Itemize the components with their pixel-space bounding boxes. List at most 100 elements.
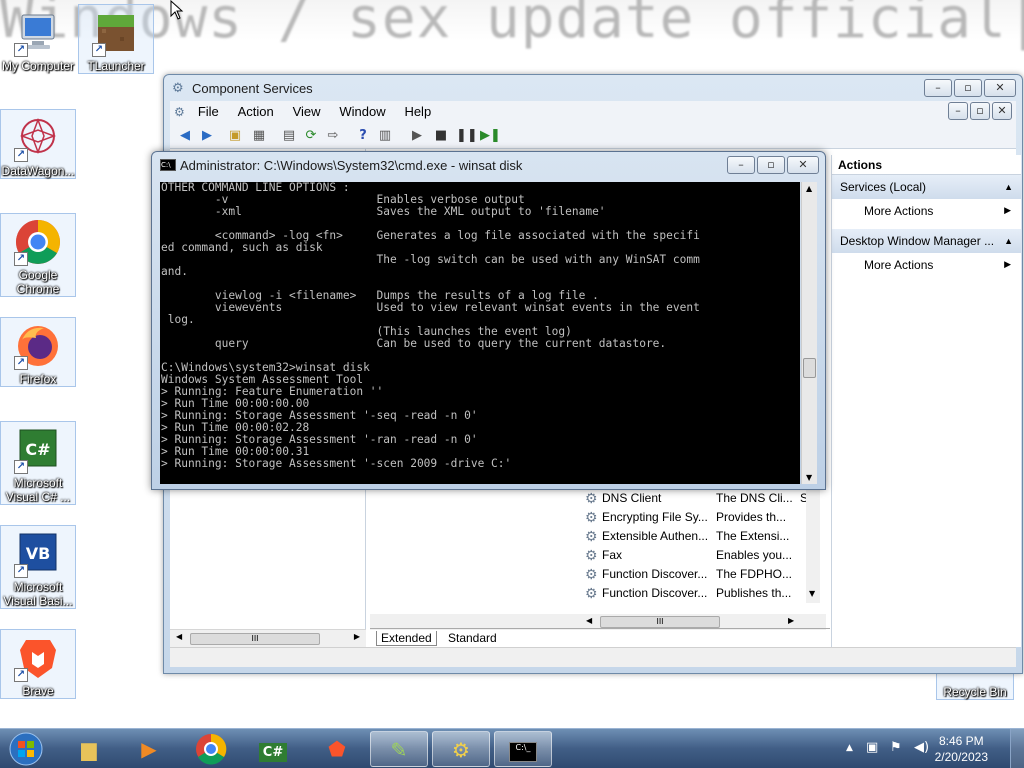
taskbar-chrome[interactable] — [182, 731, 240, 767]
console-output[interactable]: OTHER COMMAND LINE OPTIONS : -v Enables … — [160, 182, 800, 484]
close-button[interactable]: ✕ — [787, 156, 819, 174]
taskbar-notepadpp[interactable]: ✎ — [370, 731, 428, 767]
title-bar[interactable]: C:\ Administrator: C:\Windows\System32\c… — [152, 152, 825, 178]
svg-text:C#: C# — [25, 440, 50, 459]
show-hidden-icons-icon[interactable]: ▲ — [846, 743, 853, 753]
service-gear-icon: ⚙ — [585, 585, 598, 601]
help-icon[interactable]: ? — [354, 127, 372, 145]
export-list-icon[interactable]: ⇨ — [324, 127, 342, 145]
desktop-icon-recycle-bin[interactable]: Recycle Bin — [936, 672, 1014, 700]
restart-service-icon[interactable]: ▶❚ — [480, 127, 501, 145]
show-hide-action-pane-icon[interactable]: ▥ — [376, 127, 394, 145]
maximize-button[interactable]: ▫ — [757, 156, 785, 174]
scroll-thumb[interactable]: III — [190, 633, 320, 645]
brave-lion-icon: ↗ — [14, 634, 62, 682]
taskbar-component-services[interactable]: ⚙ — [432, 731, 490, 767]
table-row[interactable]: ⚙ Fax Enables you... — [580, 546, 820, 565]
properties-icon[interactable]: ▤ — [280, 127, 298, 145]
back-arrow-icon[interactable]: ◀ — [176, 127, 194, 145]
forward-arrow-icon[interactable]: ▶ — [198, 127, 216, 145]
more-actions-label: More Actions — [864, 258, 934, 272]
minimize-button[interactable]: – — [924, 79, 952, 97]
scroll-right-icon[interactable]: ▶ — [788, 616, 794, 625]
service-name: Encrypting File Sy... — [602, 510, 708, 524]
child-close-button[interactable]: ✕ — [992, 102, 1012, 120]
desktop-icon-datawagon[interactable]: ↗ DataWagon... — [0, 109, 76, 179]
service-gear-icon: ⚙ — [585, 490, 598, 506]
title-bar[interactable]: ⚙ Component Services – ▫ ✕ — [164, 75, 1022, 101]
scroll-down-icon[interactable]: ▼ — [809, 589, 815, 598]
shortcut-arrow-icon: ↗ — [14, 668, 28, 682]
tree-horizontal-scrollbar[interactable]: ◀ III ▶ — [170, 629, 366, 647]
taskbar-visual-csharp[interactable]: C# — [244, 731, 302, 767]
desktop-icon-my-computer[interactable]: ↗ My Computer — [0, 4, 76, 74]
more-actions-item[interactable]: More Actions ▶ — [832, 199, 1021, 223]
table-row[interactable]: ⚙ Extensible Authen... The Extensi... — [580, 527, 820, 546]
menu-view[interactable]: View — [285, 101, 328, 119]
desktop-icon-google-chrome[interactable]: ↗ Google Chrome — [0, 213, 76, 297]
scroll-left-icon[interactable]: ◀ — [176, 632, 182, 641]
refresh-icon[interactable]: ⟳ — [302, 127, 320, 145]
show-desktop-button[interactable] — [1010, 729, 1024, 768]
actions-section-services[interactable]: Services (Local) ▲ — [832, 175, 1021, 199]
desktop-icon-visual-basic[interactable]: VB ↗ Microsoft Visual Basi... — [0, 525, 76, 609]
child-restore-button[interactable]: ▫ — [970, 102, 990, 120]
desktop-icon-firefox[interactable]: ↗ Firefox — [0, 317, 76, 387]
table-row[interactable]: ⚙ Encrypting File Sy... Provides th... — [580, 508, 820, 527]
desktop-icon-brave[interactable]: ↗ Brave — [0, 629, 76, 699]
tab-extended[interactable]: Extended — [376, 631, 437, 646]
chrome-icon: ↗ — [14, 218, 62, 266]
up-folder-icon[interactable]: ▣ — [226, 127, 244, 145]
toolbar: ◀ ▶ ▣ ▦ ▤ ⟳ ⇨ ? ▥ ▶ ■ ❚❚ ▶❚ — [170, 123, 1016, 149]
menu-help[interactable]: Help — [396, 101, 438, 119]
taskbar-cmd[interactable]: C:\_ — [494, 731, 552, 767]
taskbar-media-player[interactable]: ▶ — [120, 731, 178, 767]
console-vertical-scrollbar[interactable]: ▲ ▼ — [801, 182, 817, 484]
desktop-icon-tlauncher[interactable]: ↗ TLauncher — [78, 4, 154, 74]
volume-icon[interactable]: ◀) — [914, 740, 929, 755]
stop-service-icon[interactable]: ■ — [432, 127, 450, 145]
child-minimize-button[interactable]: – — [948, 102, 968, 120]
services-vertical-scrollbar[interactable]: ▼ — [806, 489, 820, 603]
cmd-window[interactable]: C:\ Administrator: C:\Windows\System32\c… — [151, 151, 826, 490]
pause-service-icon[interactable]: ❚❚ — [456, 127, 478, 145]
brave-lion-icon: ⬟ — [328, 737, 346, 761]
menu-action[interactable]: Action — [230, 101, 281, 119]
scroll-down-icon[interactable]: ▼ — [806, 473, 812, 482]
mouse-cursor-icon — [170, 0, 184, 20]
show-hide-tree-icon[interactable]: ▦ — [250, 127, 268, 145]
service-gear-icon: ⚙ — [585, 547, 598, 563]
folder-icon: ▆ — [81, 737, 97, 761]
minimize-button[interactable]: – — [727, 156, 755, 174]
scroll-thumb[interactable] — [803, 358, 816, 378]
network-icon[interactable]: ▣ — [866, 740, 878, 755]
table-row[interactable]: ⚙ Function Discover... Publishes th... — [580, 584, 820, 603]
taskbar: ▆ ▶ C# ⬟ ✎ ⚙ C:\_ ▲ ▣ ⚑ ◀) 8:46 PM 2/20/… — [0, 728, 1024, 768]
scroll-left-icon[interactable]: ◀ — [586, 616, 592, 625]
menu-bar: ⚙ File Action View Window Help – ▫ ✕ — [170, 101, 1016, 123]
table-row[interactable]: ⚙ Function Discover... The FDPHO... — [580, 565, 820, 584]
start-button[interactable] — [6, 731, 46, 767]
scroll-thumb[interactable]: III — [600, 616, 720, 628]
scroll-right-icon[interactable]: ▶ — [354, 632, 360, 641]
taskbar-brave[interactable]: ⬟ — [308, 731, 366, 767]
actions-section-dwm[interactable]: Desktop Window Manager ... ▲ — [832, 229, 1021, 253]
app-menu-icon[interactable]: ⚙ — [170, 102, 186, 119]
cmd-icon: C:\ — [160, 159, 176, 171]
menu-file[interactable]: File — [190, 101, 226, 119]
taskbar-explorer[interactable]: ▆ — [60, 731, 118, 767]
clock[interactable]: 8:46 PM 2/20/2023 — [935, 733, 988, 765]
menu-window[interactable]: Window — [331, 101, 392, 119]
action-center-flag-icon[interactable]: ⚑ — [890, 740, 902, 755]
firefox-icon: ↗ — [14, 322, 62, 370]
desktop-icon-label: TLauncher — [87, 59, 145, 73]
table-row[interactable]: ⚙ DNS Client The DNS Cli... S — [580, 489, 820, 508]
scroll-up-icon[interactable]: ▲ — [806, 184, 812, 193]
start-service-icon[interactable]: ▶ — [408, 127, 426, 145]
tab-standard[interactable]: Standard — [444, 631, 501, 645]
close-button[interactable]: ✕ — [984, 79, 1016, 97]
more-actions-item[interactable]: More Actions ▶ — [832, 253, 1021, 277]
maximize-button[interactable]: ▫ — [954, 79, 982, 97]
desktop-icon-visual-csharp[interactable]: C# ↗ Microsoft Visual C# ... — [0, 421, 76, 505]
datawagon-icon: ↗ — [14, 114, 62, 162]
